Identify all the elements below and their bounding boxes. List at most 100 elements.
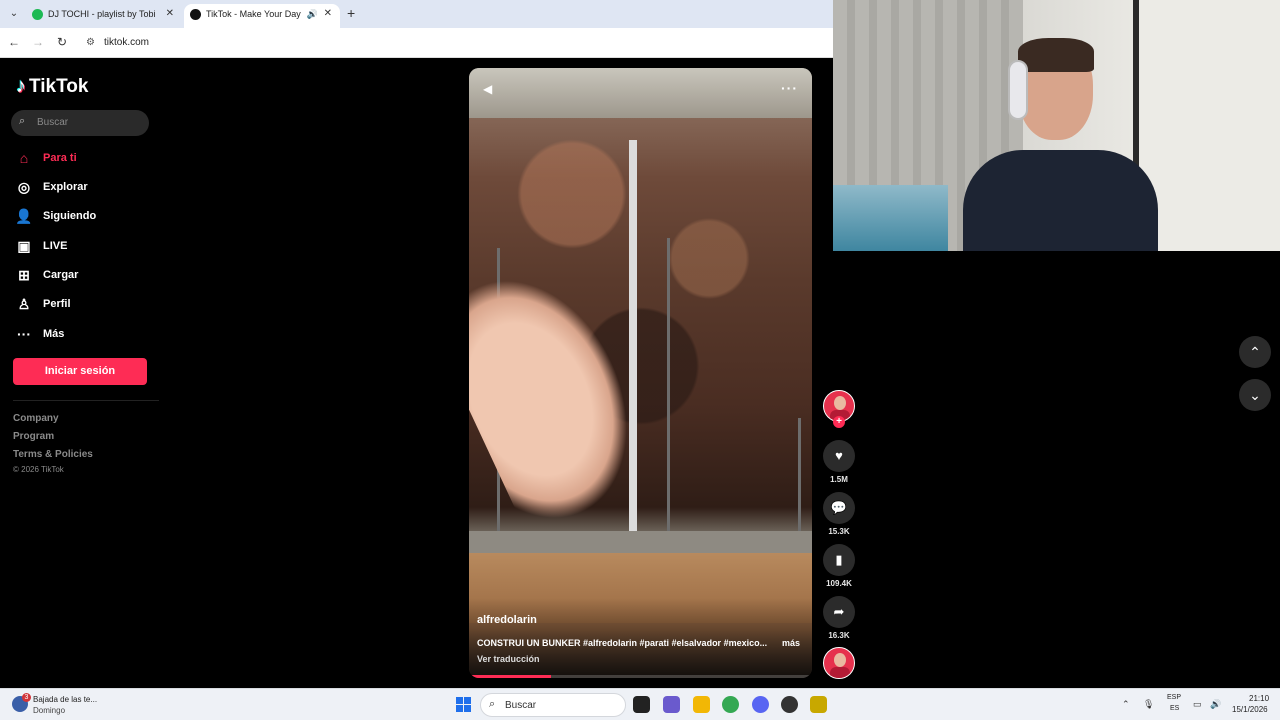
mute-icon[interactable]: ◀ — [483, 82, 492, 96]
home-icon: ⌂ — [19, 150, 29, 166]
spotify-icon — [32, 9, 43, 20]
nav-label: Explorar — [43, 181, 88, 193]
heart-icon[interactable]: ♥ — [823, 440, 855, 472]
obs-icon[interactable] — [781, 696, 798, 713]
taskbar: 3 Bajada de las te... Domingo ⌕ Buscar ⌃… — [0, 688, 1280, 720]
nav-item-perfil[interactable]: ♙ Perfil — [14, 292, 71, 316]
divider — [13, 400, 159, 401]
footer-link-company[interactable]: Company — [13, 413, 59, 424]
address-bar: ← → ↻ ⚙ tiktok.com — [0, 28, 833, 58]
nav-item-live[interactable]: ▣ LIVE — [14, 234, 67, 258]
taskbar-search-input[interactable]: ⌕ Buscar — [480, 693, 626, 717]
save-count: 109.4K — [826, 579, 852, 588]
translate-link[interactable]: Ver traducción — [477, 654, 540, 664]
compass-icon: ◎ — [17, 178, 31, 195]
speaker-icon[interactable]: 🔊 — [307, 4, 318, 24]
windows-start-icon[interactable] — [456, 697, 471, 712]
avatar-body — [830, 667, 850, 678]
follow-button[interactable]: + — [833, 416, 845, 428]
headset-icon — [1008, 60, 1028, 120]
share-count: 16.3K — [828, 631, 850, 640]
nav-item-mas[interactable]: ··· Más — [14, 322, 64, 346]
tiktok-page: ♪ TikTok ⌕ Buscar ⌂ Para ti ◎ Explorar 👤… — [0, 58, 833, 688]
back-icon[interactable]: ← — [6, 35, 22, 49]
tab-tiktok[interactable]: TikTok - Make Your Day 🔊 ✕ — [184, 4, 340, 28]
microphone-icon[interactable]: 🎙 — [1143, 699, 1154, 710]
weather-subtitle: Domingo — [33, 706, 66, 715]
clock-time[interactable]: 21:10 — [1249, 694, 1269, 703]
forward-icon[interactable]: → — [30, 35, 46, 49]
webcam-bed — [833, 185, 948, 251]
upload-icon: ⊞ — [18, 266, 30, 283]
more-options-icon[interactable]: ··· — [781, 80, 798, 96]
new-tab-button[interactable]: + — [347, 5, 355, 21]
music-avatar[interactable] — [823, 647, 855, 679]
video-rod — [667, 238, 670, 538]
nav-item-siguiendo[interactable]: 👤 Siguiendo — [14, 204, 96, 228]
tiktok-logo[interactable]: ♪ TikTok — [16, 75, 88, 98]
nav-item-para-ti[interactable]: ⌂ Para ti — [14, 146, 77, 170]
footer-link-terms[interactable]: Terms & Policies — [13, 449, 93, 460]
avatar-face — [834, 396, 846, 410]
tab-title: TikTok - Make Your Day — [206, 9, 301, 19]
keyboard-layout: ES — [1170, 705, 1180, 712]
more-icon: ··· — [17, 326, 31, 342]
like-action[interactable]: ♥ 1.5M — [823, 440, 855, 484]
comment-action[interactable]: 💬 15.3K — [823, 492, 855, 536]
avatar-face — [834, 653, 846, 667]
nav-label: LIVE — [43, 240, 68, 252]
search-icon: ⌕ — [489, 698, 496, 710]
share-icon[interactable]: ➦ — [823, 596, 855, 628]
file-explorer-icon[interactable] — [693, 696, 710, 713]
video-player[interactable]: ◀ ··· alfredolarin CONSTRUI UN BUNKER #a… — [469, 68, 812, 678]
reload-icon[interactable]: ↻ — [54, 35, 70, 49]
task-view-icon[interactable] — [633, 696, 650, 713]
video-author[interactable]: alfredolarin — [477, 614, 537, 626]
network-icon[interactable]: ▭ — [1193, 699, 1202, 710]
tiktok-note-icon: ♪ — [16, 75, 26, 97]
tab-spotify[interactable]: DJ TOCHI - playlist by Tobi Sanc ✕ — [26, 4, 182, 28]
close-icon[interactable]: ✕ — [166, 4, 174, 24]
webcam-overlay — [833, 0, 1280, 251]
app-icon[interactable] — [810, 696, 827, 713]
nav-label: Para ti — [43, 152, 77, 164]
video-rod — [798, 418, 801, 533]
discord-icon[interactable] — [752, 696, 769, 713]
nav-item-cargar[interactable]: ⊞ Cargar — [14, 263, 78, 287]
profile-icon: ♙ — [17, 295, 31, 312]
search-input[interactable]: ⌕ Buscar — [11, 110, 149, 136]
browser-tab-bar: ⌄ DJ TOCHI - playlist by Tobi Sanc ✕ Tik… — [0, 0, 833, 28]
weather-title[interactable]: Bajada de las te... — [33, 695, 97, 704]
nav-label: Cargar — [43, 269, 79, 281]
screen: ⌄ DJ TOCHI - playlist by Tobi Sanc ✕ Tik… — [0, 0, 1280, 720]
comment-count: 15.3K — [828, 527, 850, 536]
caption-more-link[interactable]: más — [782, 638, 800, 648]
nav-item-explorar[interactable]: ◎ Explorar — [14, 175, 88, 199]
tiktok-favicon-icon — [190, 9, 201, 20]
copilot-icon[interactable] — [663, 696, 680, 713]
tray-chevron-icon[interactable]: ⌃ — [1122, 699, 1130, 710]
save-action[interactable]: ▮ 109.4K — [823, 544, 855, 588]
tab-search-icon[interactable]: ⌄ — [6, 6, 22, 22]
footer-link-program[interactable]: Program — [13, 431, 54, 442]
chrome-icon[interactable] — [722, 696, 739, 713]
like-count: 1.5M — [830, 475, 848, 484]
site-info-icon[interactable]: ⚙ — [86, 37, 95, 48]
nav-label: Siguiendo — [43, 210, 97, 222]
bookmark-icon[interactable]: ▮ — [823, 544, 855, 576]
taskbar-search-text: Buscar — [505, 700, 537, 711]
comment-icon[interactable]: 💬 — [823, 492, 855, 524]
copyright: © 2026 TikTok — [13, 465, 64, 474]
live-icon: ▣ — [17, 237, 31, 254]
share-action[interactable]: ➦ 16.3K — [823, 596, 855, 640]
notification-badge: 3 — [22, 693, 31, 702]
keyboard-language[interactable]: ESP — [1167, 694, 1181, 701]
chevron-up-icon[interactable]: ⌃ — [1239, 336, 1271, 368]
url-field[interactable]: tiktok.com — [104, 37, 149, 48]
close-icon[interactable]: ✕ — [324, 4, 332, 24]
webcam-person-hair — [1018, 38, 1094, 72]
login-button[interactable]: Iniciar sesión — [13, 358, 147, 385]
chevron-down-icon[interactable]: ⌄ — [1239, 379, 1271, 411]
video-concrete — [469, 531, 812, 553]
volume-icon[interactable]: 🔊 — [1210, 699, 1221, 710]
